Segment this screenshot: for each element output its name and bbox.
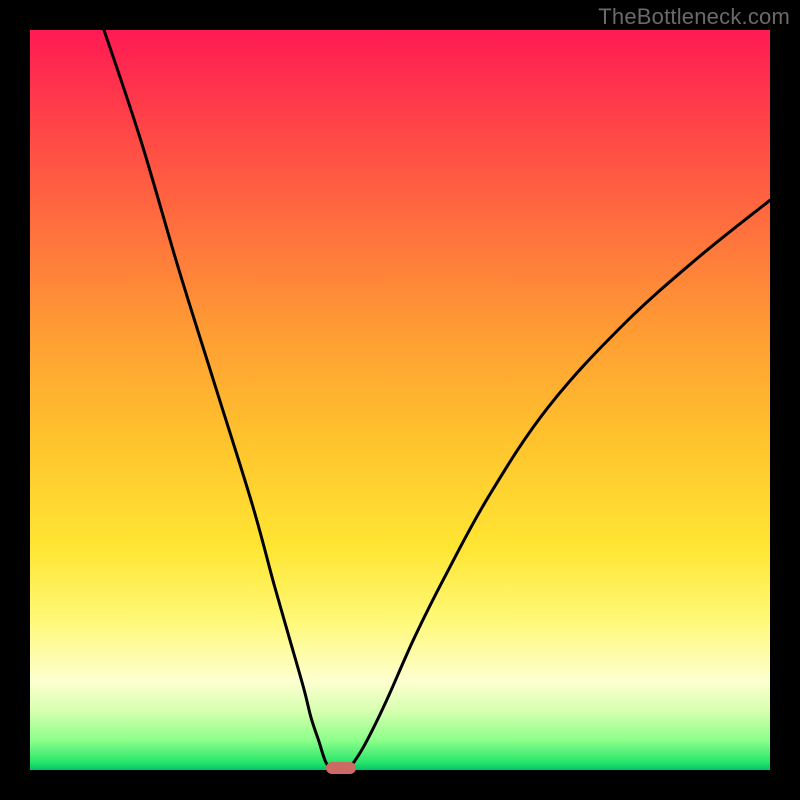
curve-svg: [30, 30, 770, 770]
plot-area: [30, 30, 770, 770]
curve-right-branch: [348, 200, 770, 770]
minimum-marker: [326, 762, 356, 774]
chart-frame: TheBottleneck.com: [0, 0, 800, 800]
watermark-text: TheBottleneck.com: [598, 4, 790, 30]
curve-left-branch: [104, 30, 333, 770]
